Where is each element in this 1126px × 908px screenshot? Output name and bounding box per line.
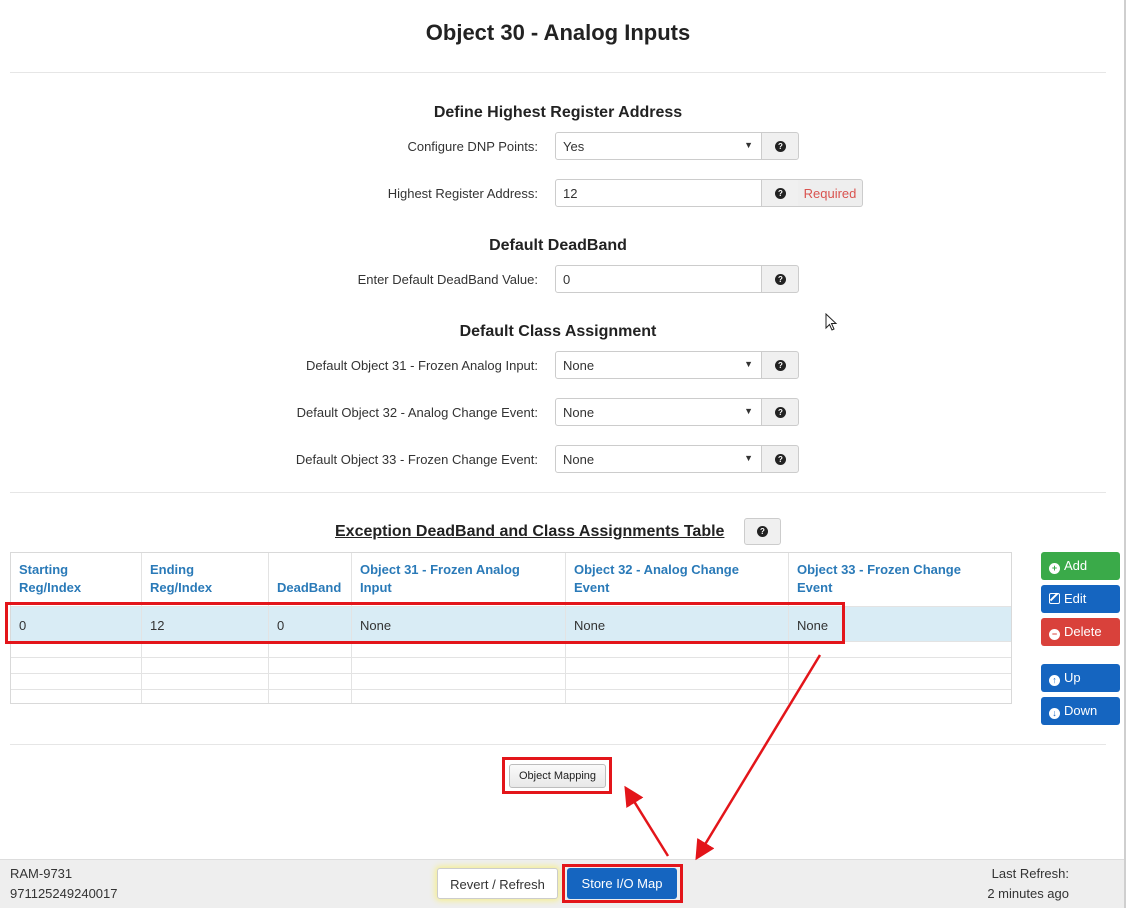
configure-dnp-select[interactable]: Yes ▼: [555, 132, 762, 160]
section-title-default-class: Default Class Assignment: [459, 323, 657, 340]
question-circle-icon: ?: [775, 360, 786, 371]
configure-dnp-row: Configure DNP Points: Yes ▼ ?: [0, 132, 1116, 160]
down-button[interactable]: ↓ Down: [1041, 697, 1120, 725]
row-divider: [11, 673, 1011, 674]
obj31-label: Default Object 31 - Frozen Analog Input:: [306, 358, 538, 373]
deadband-row: Enter Default DeadBand Value: 0 ?: [0, 265, 1116, 293]
caret-down-icon: ▼: [744, 359, 753, 369]
up-button[interactable]: ↑ Up: [1041, 664, 1120, 692]
header-line: DeadBand: [277, 580, 342, 595]
question-circle-icon: ?: [775, 188, 786, 199]
deadband-label: Enter Default DeadBand Value:: [357, 272, 538, 287]
mouse-cursor-icon: [825, 313, 838, 331]
question-circle-icon: ?: [775, 407, 786, 418]
caret-down-icon: ▼: [744, 406, 753, 416]
highlight-box-object-mapping: [502, 757, 612, 794]
device-serial: 971125249240017: [10, 886, 118, 901]
delete-button[interactable]: − Delete: [1041, 618, 1120, 646]
page-title: Object 30 - Analog Inputs: [425, 20, 691, 45]
header-line: Object 31 - Frozen Analog: [360, 562, 520, 577]
obj31-row: Default Object 31 - Frozen Analog Input:…: [0, 351, 1116, 379]
delete-label: Delete: [1064, 624, 1102, 639]
edit-button[interactable]: Edit: [1041, 585, 1120, 613]
column-header-ending[interactable]: Ending Reg/Index: [150, 561, 212, 597]
question-circle-icon: ?: [775, 274, 786, 285]
divider: [10, 72, 1106, 73]
obj32-label: Default Object 32 - Analog Change Event:: [296, 405, 538, 420]
highest-register-label: Highest Register Address:: [387, 186, 538, 201]
header-line: Object 32 - Analog Change: [574, 562, 739, 577]
obj32-value: None: [563, 405, 595, 420]
obj32-select[interactable]: None ▼: [555, 398, 762, 426]
configure-dnp-label: Configure DNP Points:: [407, 139, 538, 154]
obj31-value: None: [563, 358, 595, 373]
help-button[interactable]: ?: [761, 132, 799, 160]
obj32-row: Default Object 32 - Analog Change Event:…: [0, 398, 1116, 426]
table-help-button[interactable]: ?: [744, 518, 781, 545]
question-circle-icon: ?: [757, 526, 768, 537]
arrow-up-circle-icon: ↑: [1049, 675, 1060, 686]
header-line: Reg/Index: [19, 580, 82, 595]
add-button[interactable]: + Add: [1041, 552, 1120, 580]
help-button[interactable]: ?: [761, 445, 799, 473]
section-title-default-deadband: Default DeadBand: [489, 237, 627, 254]
help-button[interactable]: ?: [761, 265, 799, 293]
highest-register-row: Highest Register Address: 12 ? Required: [0, 179, 1116, 207]
deadband-input[interactable]: 0: [555, 265, 762, 293]
help-button[interactable]: ?: [761, 398, 799, 426]
highlight-box-store: [562, 864, 683, 903]
obj33-value: None: [563, 452, 595, 467]
divider: [10, 744, 1106, 745]
column-header-obj31[interactable]: Object 31 - Frozen Analog Input: [360, 561, 520, 597]
obj31-select[interactable]: None ▼: [555, 351, 762, 379]
add-label: Add: [1064, 558, 1088, 573]
highest-register-input[interactable]: 12: [555, 179, 762, 207]
header-line: Ending: [150, 562, 195, 577]
obj33-row: Default Object 33 - Frozen Change Event:…: [0, 445, 1116, 473]
question-circle-icon: ?: [775, 141, 786, 152]
deadband-value: 0: [563, 272, 571, 287]
header-line: Starting: [19, 562, 69, 577]
help-button[interactable]: ?: [761, 351, 799, 379]
column-header-deadband[interactable]: DeadBand: [277, 561, 341, 597]
last-refresh-label: Last Refresh:: [991, 866, 1069, 881]
column-header-starting[interactable]: Starting Reg/Index: [19, 561, 81, 597]
caret-down-icon: ▼: [744, 140, 753, 150]
configure-dnp-value: Yes: [563, 139, 585, 154]
column-header-obj33[interactable]: Object 33 - Frozen Change Event: [797, 561, 961, 597]
obj33-label: Default Object 33 - Frozen Change Event:: [295, 452, 538, 467]
row-divider: [11, 689, 1011, 690]
divider: [10, 492, 1106, 493]
plus-circle-icon: +: [1049, 563, 1060, 574]
obj33-select[interactable]: None ▼: [555, 445, 762, 473]
caret-down-icon: ▼: [744, 453, 753, 463]
down-label: Down: [1064, 703, 1098, 718]
section-title-highest-register: Define Highest Register Address: [433, 104, 683, 121]
required-badge: Required: [798, 179, 863, 207]
row-divider: [11, 657, 1011, 658]
help-button[interactable]: ?: [761, 179, 799, 207]
up-label: Up: [1064, 670, 1081, 685]
minus-circle-icon: −: [1049, 629, 1060, 640]
highest-register-value: 12: [563, 186, 578, 201]
device-name: RAM-9731: [10, 866, 73, 881]
arrow-down-circle-icon: ↓: [1049, 708, 1060, 719]
last-refresh-value: 2 minutes ago: [987, 886, 1069, 901]
highlight-box-row: [5, 602, 845, 644]
column-header-obj32[interactable]: Object 32 - Analog Change Event: [574, 561, 739, 597]
header-line: Reg/Index: [150, 580, 213, 595]
header-line: Input: [360, 580, 392, 595]
question-circle-icon: ?: [775, 454, 786, 465]
edit-icon: [1049, 593, 1060, 604]
header-line: Event: [574, 580, 610, 595]
table-title: Exception DeadBand and Class Assignments…: [335, 523, 725, 540]
header-line: Object 33 - Frozen Change: [797, 562, 961, 577]
header-line: Event: [797, 580, 833, 595]
edit-label: Edit: [1064, 591, 1087, 606]
revert-refresh-button[interactable]: Revert / Refresh: [437, 868, 558, 899]
